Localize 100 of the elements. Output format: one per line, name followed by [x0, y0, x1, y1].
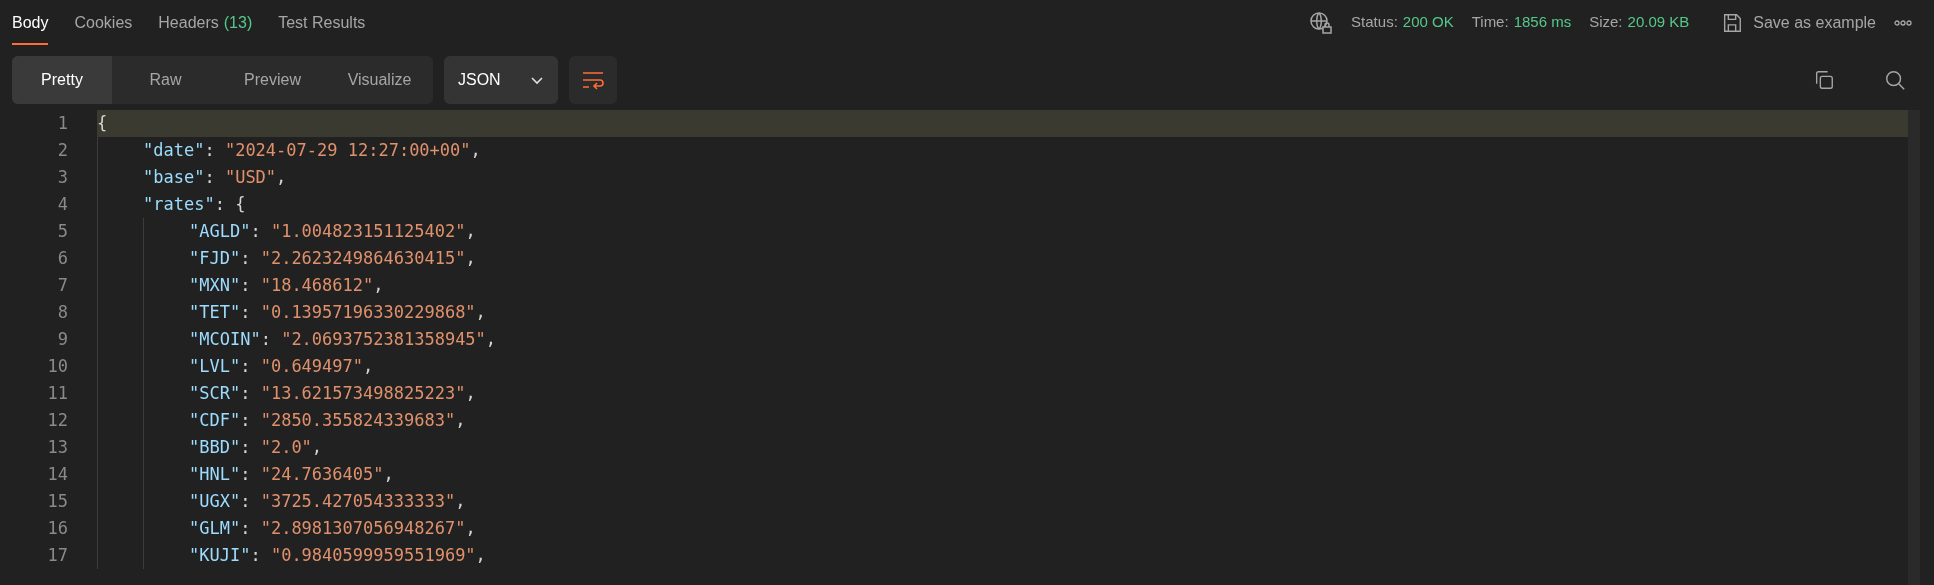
response-tab[interactable]: Body [12, 0, 49, 45]
json-key: "AGLD" [189, 218, 251, 245]
line-number: 11 [46, 381, 68, 405]
response-tab[interactable]: Test Results [278, 0, 366, 45]
json-value: "0.9840599959551969" [270, 543, 476, 567]
json-colon: : [214, 192, 226, 216]
line-number: 4 [56, 192, 68, 216]
response-tab[interactable]: Cookies [74, 0, 133, 45]
globe-lock-icon[interactable] [1309, 10, 1334, 35]
line-number: 17 [46, 543, 68, 567]
search-icon[interactable] [1884, 69, 1906, 91]
json-colon: : [250, 219, 262, 243]
save-example-button[interactable]: Save as example [1721, 10, 1876, 35]
status-label: Size: [1589, 12, 1623, 33]
status-label: Status: [1351, 12, 1398, 33]
json-value: "24.7636405" [260, 462, 384, 486]
json-value: "0.13957196330229868" [260, 300, 476, 324]
json-comma: , [276, 165, 287, 189]
json-colon: : [240, 300, 252, 324]
json-comma: , [383, 462, 394, 486]
json-key: "base" [143, 164, 205, 191]
json-key: "SCR" [189, 380, 241, 407]
json-value: "0.649497" [260, 354, 364, 378]
response-tab[interactable]: Headers (13) [158, 0, 253, 45]
json-comma: , [465, 219, 476, 243]
line-number: 5 [56, 219, 68, 243]
json-brace: { [235, 192, 246, 216]
status-value: 200 OK [1402, 12, 1454, 33]
json-colon: : [240, 516, 252, 540]
json-comma: , [373, 273, 384, 297]
json-value: "2024-07-29 12:27:00+00" [224, 138, 471, 162]
json-comma: , [475, 300, 486, 324]
json-comma: , [455, 408, 466, 432]
json-colon: : [240, 354, 252, 378]
json-colon: : [240, 246, 252, 270]
status-label: Time: [1471, 12, 1509, 33]
line-number: 16 [46, 516, 68, 540]
json-key: "CDF" [189, 407, 241, 434]
json-comma: , [455, 489, 466, 513]
save-icon [1721, 11, 1744, 34]
line-number: 10 [46, 354, 68, 378]
json-value: "2.0" [260, 435, 312, 459]
wrap-lines-button[interactable] [569, 56, 617, 104]
json-colon: : [260, 327, 272, 351]
line-number: 15 [46, 489, 68, 513]
json-key: "MCOIN" [189, 326, 261, 353]
line-number: 9 [56, 327, 68, 351]
json-value: "2850.355824339683" [260, 408, 456, 432]
view-mode-tab[interactable]: Raw [112, 56, 219, 104]
json-value: "USD" [224, 165, 277, 189]
copy-icon[interactable] [1813, 69, 1835, 91]
format-dropdown[interactable]: JSON [444, 56, 558, 104]
json-colon: : [250, 543, 262, 567]
more-icon[interactable] [1894, 19, 1912, 26]
json-key: "BBD" [189, 434, 241, 461]
line-number: 12 [46, 408, 68, 432]
json-colon: : [240, 381, 252, 405]
json-comma: , [311, 435, 323, 459]
json-colon: : [204, 165, 216, 189]
json-comma: , [485, 327, 497, 351]
json-key: "TET" [189, 299, 241, 326]
status-value: 20.09 KB [1627, 12, 1690, 33]
line-number: 3 [56, 165, 68, 189]
json-value: "2.0693752381358945" [281, 327, 486, 351]
view-mode-tab[interactable]: Visualize [326, 56, 433, 104]
chevron-down-icon [530, 75, 544, 85]
json-value: "1.004823151125402" [270, 219, 466, 243]
json-colon: : [240, 489, 252, 513]
json-key: "FJD" [189, 245, 241, 272]
wrap-lines-icon [581, 70, 605, 90]
status-value: 1856 ms [1513, 12, 1572, 33]
json-colon: : [240, 408, 252, 432]
json-key: "HNL" [189, 461, 241, 488]
json-colon: : [240, 462, 252, 486]
line-number: 6 [56, 246, 68, 270]
line-number: 7 [56, 273, 68, 297]
json-key: "LVL" [189, 353, 241, 380]
json-colon: : [240, 435, 252, 459]
line-number: 8 [56, 300, 68, 324]
line-number: 1 [56, 111, 68, 135]
view-mode-tab[interactable]: Preview [219, 56, 326, 104]
json-key: "MXN" [189, 272, 241, 299]
json-key: "KUJI" [189, 542, 251, 569]
json-value: "2.8981307056948267" [260, 516, 466, 540]
json-colon: : [240, 273, 252, 297]
scrollbar[interactable] [1908, 110, 1920, 585]
line-number: 2 [56, 138, 68, 162]
json-key: "GLM" [189, 515, 241, 542]
json-comma: , [363, 354, 374, 378]
json-value: "3725.427054333333" [260, 489, 456, 513]
json-comma: , [465, 381, 476, 405]
json-colon: : [204, 138, 216, 162]
json-value: "13.621573498825223" [260, 381, 466, 405]
view-mode-tab[interactable]: Pretty [12, 56, 112, 104]
json-comma: , [470, 138, 481, 162]
json-value: "18.468612" [260, 273, 374, 297]
json-comma: , [465, 246, 476, 270]
line-number: 13 [46, 435, 68, 459]
json-key: "date" [143, 137, 205, 164]
json-key: "rates" [143, 191, 215, 218]
